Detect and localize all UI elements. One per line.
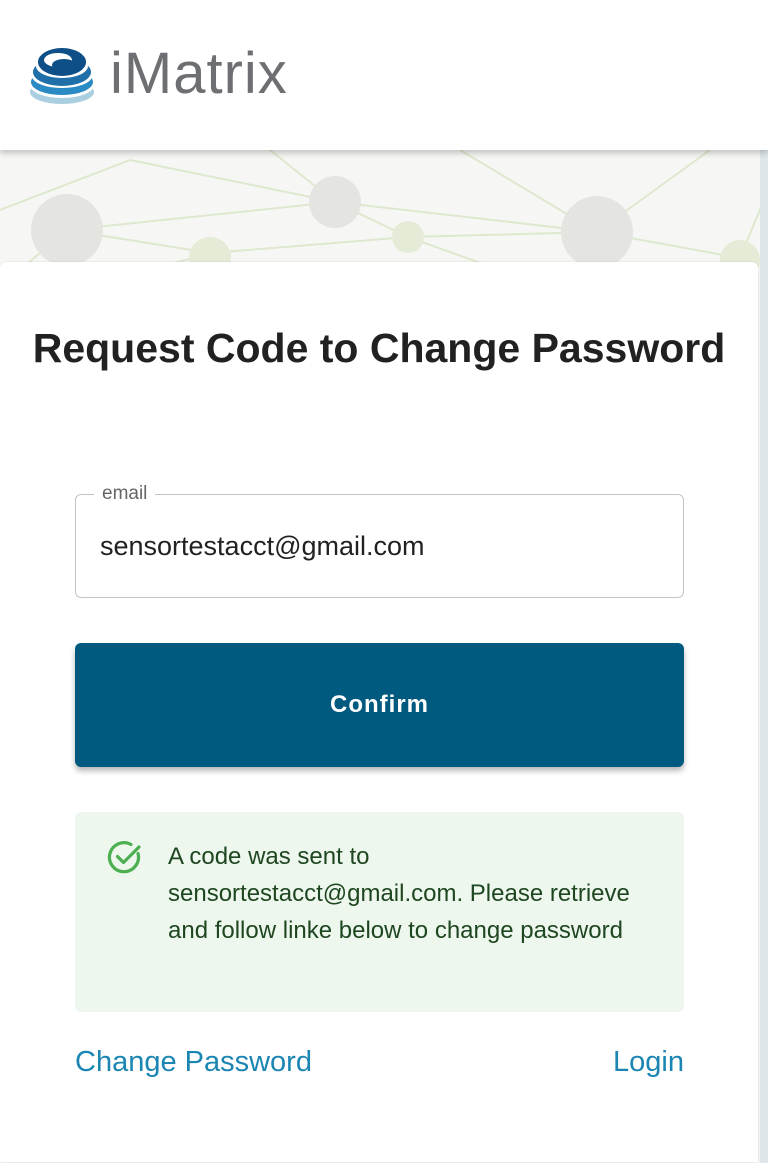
change-password-link[interactable]: Change Password xyxy=(75,1042,312,1082)
logo[interactable]: iMatrix xyxy=(28,38,288,110)
network-background xyxy=(0,149,768,280)
confirm-button[interactable]: Confirm xyxy=(75,643,684,767)
request-code-card: Request Code to Change Password email Co… xyxy=(0,262,758,1162)
email-label: email xyxy=(94,482,156,506)
check-circle-icon xyxy=(107,841,141,874)
alert-message: A code was sent to sensortestacct@gmail.… xyxy=(168,843,630,944)
right-edge-strip xyxy=(760,150,768,1163)
email-field[interactable]: email xyxy=(75,482,684,598)
logo-text: iMatrix xyxy=(110,41,288,106)
email-input[interactable] xyxy=(100,527,660,565)
page-title: Request Code to Change Password xyxy=(32,325,726,371)
success-alert: A code was sent to sensortestacct@gmail.… xyxy=(75,812,684,1012)
imatrix-logo-icon xyxy=(30,48,94,104)
top-bar: iMatrix xyxy=(0,0,768,150)
login-link[interactable]: Login xyxy=(613,1042,684,1082)
network-pattern xyxy=(0,149,768,280)
